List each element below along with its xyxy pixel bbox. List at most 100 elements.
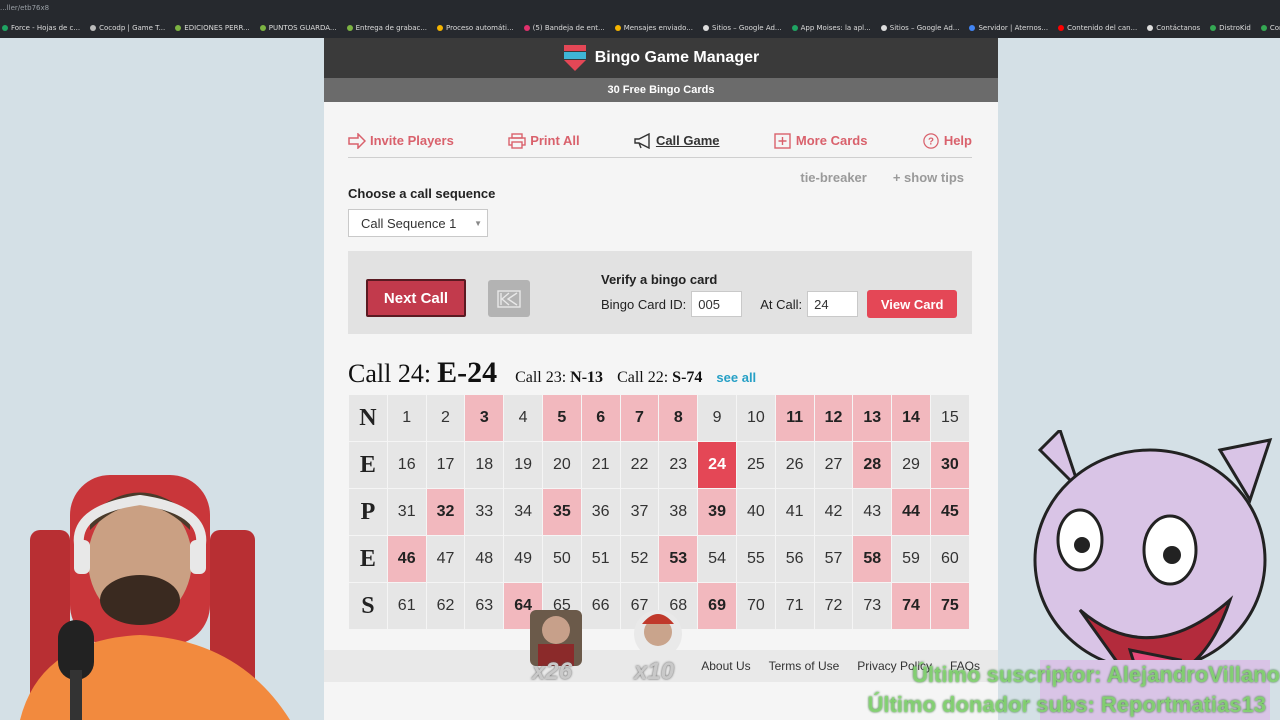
footer-terms-link[interactable]: Terms of Use bbox=[769, 659, 840, 673]
board-row-letter: N bbox=[348, 394, 388, 442]
bookmark-item[interactable]: Sitios – Google Ad... bbox=[880, 24, 960, 32]
card-id-input[interactable] bbox=[691, 291, 743, 317]
bookmark-label: Mensajes enviado... bbox=[623, 24, 693, 32]
main-nav: Invite Players Print All Call Game More … bbox=[348, 124, 972, 158]
nav-call-game[interactable]: Call Game bbox=[634, 132, 720, 149]
bingo-board: N 1 2 3 4 5 6 7 8 9 10 11 12 13 14 15 E 16 17 18 19 20 21 22 23 2… bbox=[348, 394, 970, 630]
board-number-cell: 72 bbox=[813, 582, 854, 630]
bookmark-favicon-icon bbox=[1147, 25, 1154, 31]
megaphone-icon bbox=[634, 132, 650, 149]
bookmark-item[interactable]: Contáctanos bbox=[1147, 24, 1200, 32]
bookmark-favicon-icon bbox=[2, 25, 8, 31]
bookmark-item[interactable]: Mensajes enviado... bbox=[614, 24, 693, 32]
sequence-selected: Call Sequence 1 bbox=[361, 215, 457, 231]
bookmark-item[interactable]: Sitios – Google Ad... bbox=[702, 24, 782, 32]
board-number-cell: 23 bbox=[658, 441, 699, 489]
board-number-cell: 39 bbox=[697, 488, 737, 536]
board-number-cell: 36 bbox=[580, 488, 621, 536]
bookmark-item[interactable]: EDICIONES PERR... bbox=[175, 24, 250, 32]
board-number-cell: 71 bbox=[774, 582, 815, 630]
bookmark-label: Sitios – Google Ad... bbox=[711, 24, 782, 32]
bookmark-item[interactable]: Cocodp | Game T... bbox=[90, 24, 165, 32]
board-number-cell: 43 bbox=[852, 488, 893, 536]
bookmark-favicon-icon bbox=[523, 25, 530, 31]
bookmark-favicon-icon bbox=[1260, 25, 1267, 31]
board-number-cell: 49 bbox=[503, 535, 543, 583]
nav-print-all[interactable]: Print All bbox=[508, 132, 580, 149]
board-row-letter: E bbox=[348, 441, 388, 489]
board-number-cell: 75 bbox=[929, 582, 970, 630]
bookmark-label: Entrega de grabac... bbox=[355, 24, 428, 32]
bookmark-item[interactable]: Proceso automáti... bbox=[437, 24, 514, 32]
board-number-cell: 59 bbox=[891, 535, 931, 583]
board-number-cell: 28 bbox=[852, 441, 893, 489]
board-number-cell: 70 bbox=[735, 582, 776, 630]
reset-button[interactable] bbox=[488, 280, 530, 317]
bookmark-label: PUNTOS GUARDA... bbox=[268, 24, 337, 32]
board-number-cell: 32 bbox=[425, 488, 466, 536]
bookmark-favicon-icon bbox=[1058, 25, 1065, 31]
sequence-select[interactable]: Call Sequence 1 ▼ bbox=[348, 209, 488, 237]
at-call-input[interactable] bbox=[807, 291, 859, 317]
bookmark-label: Contáctanos bbox=[1156, 24, 1201, 32]
nav-invite-players[interactable]: Invite Players bbox=[348, 132, 454, 149]
sub-badge-2-count: x10 bbox=[634, 658, 675, 685]
bookmark-label: Sitios – Google Ad... bbox=[889, 24, 960, 32]
board-number-cell: 62 bbox=[425, 582, 466, 630]
see-all-link[interactable]: see all bbox=[716, 370, 756, 385]
next-call-button[interactable]: Next Call bbox=[366, 279, 466, 317]
previous-call-2-label: Call 22: bbox=[617, 369, 669, 386]
card-id-label: Bingo Card ID: bbox=[601, 296, 687, 312]
board-number-cell: 33 bbox=[464, 488, 505, 536]
bookmark-item[interactable]: (5) Bandeja de ent... bbox=[523, 24, 605, 32]
tie-breaker-link[interactable]: tie-breaker bbox=[800, 170, 866, 185]
url-text[interactable]: ...ller/etb76x8 bbox=[0, 4, 49, 12]
rewind-icon bbox=[497, 289, 521, 308]
board-number-cell: 53 bbox=[658, 535, 699, 583]
board-number-cell: 4 bbox=[503, 394, 543, 442]
board-number-cell: 6 bbox=[580, 394, 621, 442]
bingo-logo-icon bbox=[563, 45, 586, 71]
board-number-cell: 10 bbox=[735, 394, 776, 442]
site-title[interactable]: Bingo Game Manager bbox=[595, 49, 759, 67]
bookmark-item[interactable]: Force - Hojas de c... bbox=[2, 24, 80, 32]
board-row: E 46 47 48 49 50 51 52 53 54 55 56 57 58 59 60 bbox=[348, 535, 970, 583]
bookmark-item[interactable]: Entrega de grabac... bbox=[346, 24, 428, 32]
bookmark-favicon-icon bbox=[259, 25, 266, 31]
board-number-cell: 38 bbox=[658, 488, 699, 536]
board-row-letter: E bbox=[348, 535, 388, 583]
previous-call-1: Call 23: N-13 bbox=[515, 369, 603, 387]
previous-call-2-value: S-74 bbox=[672, 369, 703, 386]
bookmark-item[interactable]: Contacto - Ayuda... bbox=[1260, 24, 1280, 32]
bookmark-item[interactable]: Contenido del can... bbox=[1058, 24, 1137, 32]
previous-call-1-value: N-13 bbox=[570, 369, 604, 386]
bookmark-item[interactable]: App Moises: la apl... bbox=[791, 24, 871, 32]
bookmark-favicon-icon bbox=[702, 25, 709, 31]
bookmark-label: Servidor | Aternos... bbox=[978, 24, 1049, 32]
board-row-letter: S bbox=[348, 582, 388, 630]
show-tips-link[interactable]: + show tips bbox=[893, 170, 964, 185]
bookmark-label: Contenido del can... bbox=[1067, 24, 1138, 32]
footer-about-link[interactable]: About Us bbox=[701, 659, 750, 673]
view-card-button[interactable]: View Card bbox=[867, 290, 958, 318]
bookmark-item[interactable]: DistroKid bbox=[1210, 24, 1251, 32]
sub-badge-2: x10 bbox=[626, 604, 690, 685]
tools-links: tie-breaker + show tips bbox=[800, 170, 964, 185]
board-number-cell: 18 bbox=[464, 441, 505, 489]
nav-help[interactable]: ? Help bbox=[922, 132, 972, 149]
bookmark-label: Proceso automáti... bbox=[446, 24, 514, 32]
nav-more-cards[interactable]: More Cards bbox=[774, 132, 867, 149]
bookmark-label: Cocodp | Game T... bbox=[99, 24, 166, 32]
board-number-cell: 1 bbox=[386, 394, 427, 442]
bookmark-item[interactable]: Servidor | Aternos... bbox=[969, 24, 1048, 32]
last-donor-text: Último donador subs: Reportmatias13 bbox=[867, 692, 1266, 717]
board-number-cell: 61 bbox=[386, 582, 427, 630]
bookmark-label: DistroKid bbox=[1219, 24, 1251, 32]
bookmark-favicon-icon bbox=[346, 25, 353, 31]
site-subtitle: 30 Free Bingo Cards bbox=[324, 78, 998, 102]
board-number-cell: 55 bbox=[735, 535, 776, 583]
board-number-cell: 29 bbox=[891, 441, 931, 489]
bookmark-item[interactable]: PUNTOS GUARDA... bbox=[259, 24, 337, 32]
bookmark-favicon-icon bbox=[1210, 25, 1217, 31]
board-number-cell: 46 bbox=[386, 535, 427, 583]
